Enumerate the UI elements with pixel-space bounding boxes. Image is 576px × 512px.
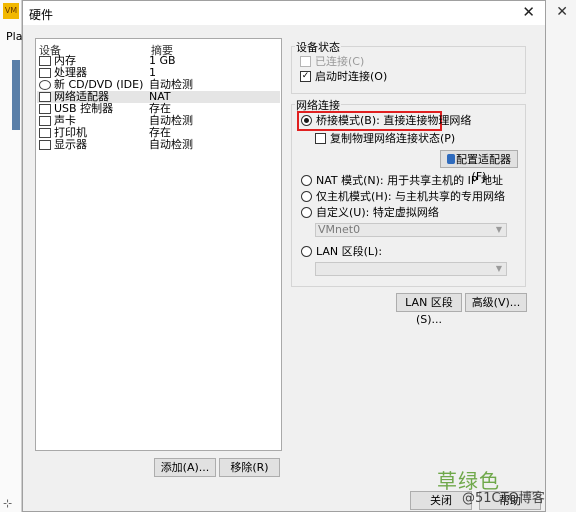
checkbox-box (315, 133, 326, 144)
close-icon[interactable]: ✕ (522, 3, 535, 21)
checkbox-box (300, 56, 311, 67)
configure-adapters-button[interactable]: 配置适配器(F) (440, 150, 518, 183)
device-list[interactable]: 设备 摘要 内存 1 GB 处理器 1 新 CD/DVD (IDE) 自动检测 … (35, 38, 282, 451)
network-adapter-icon (39, 92, 51, 102)
vmnet-select[interactable]: VMnet0 ▼ (315, 223, 507, 237)
replicate-state-label: 复制物理网络连接状态(P) (330, 132, 456, 145)
dialog-title: 硬件 (29, 8, 54, 22)
display-icon (39, 140, 51, 150)
background-strip (12, 60, 20, 130)
nat-label: NAT 模式(N): 用于共享主机的 IP 地址 (316, 174, 503, 187)
background-window-left: VM Pla ⊹ (0, 0, 22, 512)
connected-label: 已连接(C) (315, 55, 365, 68)
radio-button (301, 175, 312, 186)
shield-icon (447, 154, 455, 164)
printer-icon (39, 128, 51, 138)
cd-dvd-icon (39, 80, 51, 90)
title-bar: 硬件 ✕ (23, 1, 545, 25)
lan-segments-button[interactable]: LAN 区段(S)... (396, 293, 462, 326)
device-status-group: 设备状态 已连接(C) ✓ 启动时连接(O) (291, 39, 526, 94)
watermark-source: @51CTO博客 (462, 491, 545, 506)
hardware-dialog: 硬件 ✕ 设备 摘要 内存 1 GB 处理器 1 新 CD/DVD (IDE) … (22, 0, 546, 512)
device-name: 显示器 (54, 138, 87, 151)
chevron-down-icon: ▼ (495, 225, 502, 234)
radio-button (301, 191, 312, 202)
radio-button (301, 115, 312, 126)
bridged-label: 桥接模式(B): 直接连接物理网络 (316, 114, 472, 127)
processor-icon (39, 68, 51, 78)
lan-segment-select[interactable]: ▼ (315, 262, 507, 276)
device-row-display[interactable]: 显示器 自动检测 (37, 139, 280, 151)
background-text: Pla (6, 30, 23, 43)
sound-card-icon (39, 116, 51, 126)
lan-segment-label: LAN 区段(L): (316, 245, 383, 258)
device-status-title: 设备状态 (295, 39, 341, 55)
device-summary: 自动检测 (149, 138, 193, 151)
remove-device-button[interactable]: 移除(R) (219, 458, 280, 477)
memory-icon (39, 56, 51, 66)
network-connection-group: 网络连接 桥接模式(B): 直接连接物理网络 复制物理网络连接状态(P) 配置适… (291, 97, 526, 287)
radio-button (301, 207, 312, 218)
custom-label: 自定义(U): 特定虚拟网络 (316, 206, 439, 219)
chevron-down-icon: ▼ (495, 264, 502, 273)
vmware-logo-icon: VM (3, 3, 19, 19)
background-close-icon[interactable]: ✕ (556, 4, 568, 20)
checkmark-icon: ✓ (300, 71, 311, 82)
advanced-button[interactable]: 高级(V)... (465, 293, 527, 312)
radio-button (301, 246, 312, 257)
move-cursor-icon: ⊹ (3, 497, 13, 510)
usb-icon (39, 104, 51, 114)
host-only-label: 仅主机模式(H): 与主机共享的专用网络 (316, 190, 506, 203)
add-device-button[interactable]: 添加(A)... (154, 458, 216, 477)
background-window-right: ✕ (542, 0, 576, 512)
connect-on-power-on-label: 启动时连接(O) (315, 70, 388, 83)
vmnet-select-value: VMnet0 (318, 223, 361, 236)
